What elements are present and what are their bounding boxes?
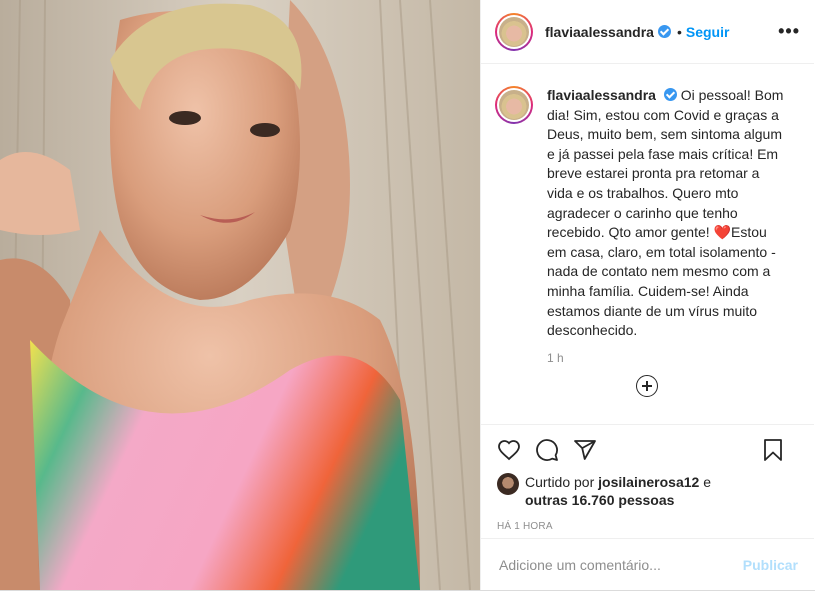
bookmark-icon[interactable] (762, 438, 784, 462)
more-options-icon[interactable]: ••• (778, 21, 800, 42)
comment-input[interactable] (497, 555, 743, 574)
action-bar (497, 437, 798, 463)
separator-dot: • (676, 23, 682, 40)
likes-middle: e (699, 474, 712, 490)
caption: flaviaalessandra Oi pessoal! Bom dia! Si… (481, 64, 814, 341)
caption-text: flaviaalessandra Oi pessoal! Bom dia! Si… (547, 86, 787, 341)
caption-username[interactable]: flaviaalessandra (547, 87, 656, 103)
actions-section: Curtido por josilainerosa12 e outras 16.… (481, 424, 814, 532)
comment-icon[interactable] (535, 438, 559, 462)
caption-avatar[interactable] (495, 86, 533, 124)
caption-body-end: Estou em casa, claro, em total isolament… (547, 224, 776, 339)
heart-icon[interactable] (497, 438, 521, 462)
heart-emoji: ❤️ (713, 224, 731, 241)
caption-body-start: Oi pessoal! Bom dia! Sim, estou com Covi… (547, 87, 784, 241)
post-timestamp[interactable]: HÁ 1 HORA (497, 521, 798, 532)
author-username[interactable]: flaviaalessandra (545, 24, 654, 40)
publish-button[interactable]: Publicar (743, 557, 798, 573)
avatar-image (499, 90, 529, 120)
comment-form: Publicar (481, 538, 814, 590)
avatar-image (499, 16, 529, 47)
likes-count-link[interactable]: outras 16.760 pessoas (525, 492, 674, 508)
follow-button[interactable]: Seguir (686, 24, 730, 40)
add-circle-icon[interactable] (636, 375, 658, 397)
likes-summary: Curtido por josilainerosa12 e outras 16.… (497, 473, 798, 509)
likes-text: Curtido por josilainerosa12 e outras 16.… (525, 473, 711, 509)
instagram-post: flaviaalessandra • Seguir ••• flaviaales… (0, 0, 815, 591)
likes-prefix: Curtido por (525, 474, 599, 490)
post-side-panel: flaviaalessandra • Seguir ••• flaviaales… (480, 0, 814, 590)
liker-avatar[interactable] (497, 473, 519, 495)
liker-username[interactable]: josilainerosa12 (598, 474, 699, 490)
caption-time[interactable]: 1 h (547, 351, 814, 365)
verified-badge-icon (657, 25, 671, 38)
post-photo-illustration (0, 0, 480, 590)
share-icon[interactable] (573, 438, 597, 462)
post-header: flaviaalessandra • Seguir ••• (481, 0, 814, 64)
post-photo[interactable] (0, 0, 480, 590)
author-avatar[interactable] (495, 12, 533, 51)
verified-badge-icon (663, 88, 677, 101)
